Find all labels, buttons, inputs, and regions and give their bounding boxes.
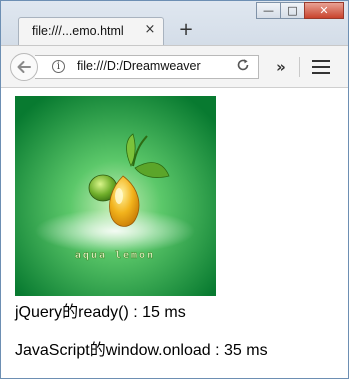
minimize-button[interactable]: — bbox=[256, 2, 281, 19]
arrow-left-icon bbox=[17, 61, 31, 73]
logo-text: aqua lemon bbox=[75, 250, 155, 261]
toolbar-separator bbox=[299, 57, 300, 77]
back-button[interactable] bbox=[10, 53, 38, 81]
maximize-button[interactable]: □ bbox=[280, 2, 305, 19]
url-text[interactable]: file:///D:/Dreamweaver bbox=[77, 59, 227, 73]
jquery-ready-timing: jQuery的ready() : 15 ms bbox=[15, 304, 186, 321]
browser-window: file:///...emo.html × + — □ ✕ i file:///… bbox=[0, 0, 349, 379]
hamburger-menu-icon[interactable] bbox=[312, 60, 330, 74]
tab-close-icon[interactable]: × bbox=[143, 23, 157, 37]
page-content: aqua lemon jQuery的ready() : 15 ms JavaSc… bbox=[1, 88, 348, 378]
window-onload-timing: JavaScript的window.onload : 35 ms bbox=[15, 342, 268, 359]
new-tab-icon[interactable]: + bbox=[177, 21, 195, 39]
reload-icon[interactable] bbox=[235, 58, 251, 76]
window-controls: — □ ✕ bbox=[256, 2, 344, 21]
aqua-lemon-logo-image: aqua lemon bbox=[15, 96, 216, 296]
navigation-bar: i file:///D:/Dreamweaver » bbox=[1, 45, 348, 88]
double-chevron-right-icon[interactable]: » bbox=[273, 58, 289, 76]
tab-strip: file:///...emo.html × + — □ ✕ bbox=[1, 1, 348, 45]
browser-tab[interactable]: file:///...emo.html × bbox=[18, 17, 164, 45]
info-icon[interactable]: i bbox=[52, 60, 65, 73]
close-window-button[interactable]: ✕ bbox=[304, 2, 344, 19]
url-bar[interactable]: i file:///D:/Dreamweaver bbox=[35, 55, 259, 79]
tab-title: file:///...emo.html bbox=[32, 24, 124, 38]
